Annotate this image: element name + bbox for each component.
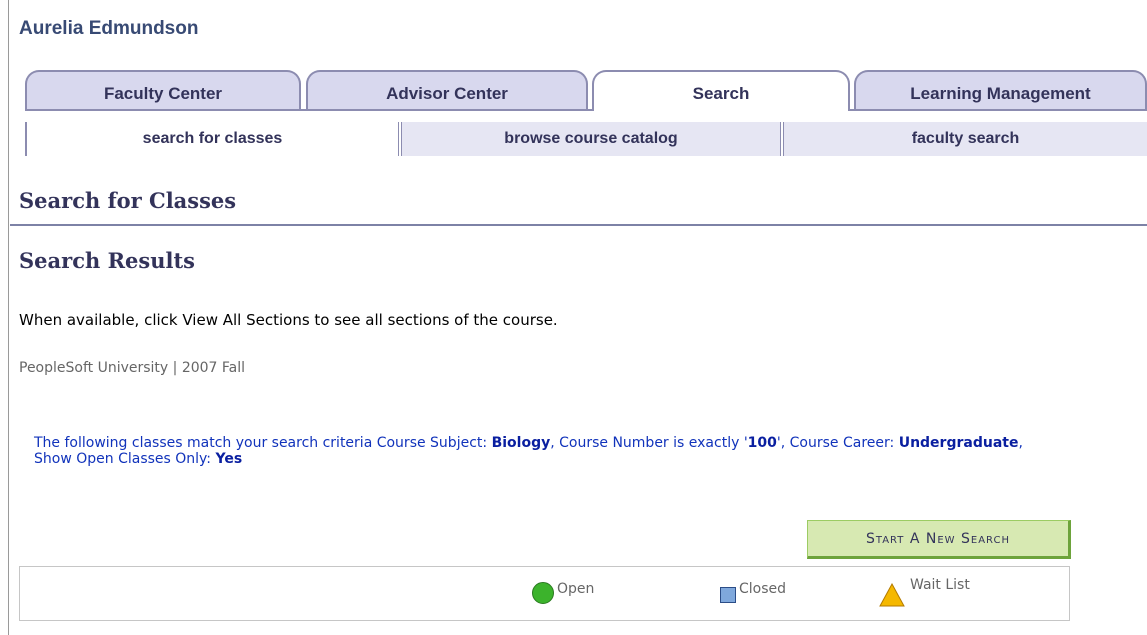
criteria-number: 100 bbox=[747, 435, 777, 451]
criteria-subject: Biology bbox=[491, 435, 551, 451]
subtab-faculty-search[interactable]: faculty search bbox=[784, 122, 1147, 156]
wait-list-triangle-icon bbox=[879, 583, 905, 607]
legend-closed-label: Closed bbox=[739, 581, 787, 597]
subtab-browse-course-catalog[interactable]: browse course catalog bbox=[402, 122, 780, 156]
search-criteria-summary: The following classes match your search … bbox=[34, 435, 1034, 467]
sub-tabs: search for classes browse course catalog… bbox=[25, 122, 1147, 156]
left-border bbox=[8, 0, 9, 635]
subtab-search-for-classes[interactable]: search for classes bbox=[27, 122, 398, 156]
tab-learning-management[interactable]: Learning Management bbox=[854, 70, 1147, 109]
tab-advisor-center[interactable]: Advisor Center bbox=[306, 70, 588, 109]
tabs-divider bbox=[25, 109, 1147, 111]
institution-term: PeopleSoft University | 2007 Fall bbox=[19, 360, 246, 376]
person-name: Aurelia Edmundson bbox=[19, 18, 199, 39]
criteria-career-label: ', Course Career: bbox=[776, 435, 899, 451]
instruction-text: When available, click View All Sections … bbox=[19, 311, 558, 329]
subtab-left-border bbox=[25, 122, 27, 156]
results-heading: Search Results bbox=[19, 248, 195, 273]
start-new-search-label: Start A New Search bbox=[866, 531, 1010, 547]
open-circle-icon bbox=[532, 582, 554, 604]
legend-wait-list-label: Wait List bbox=[910, 577, 970, 593]
criteria-prefix: The following classes match your search … bbox=[34, 435, 492, 451]
criteria-number-label: , Course Number is exactly ' bbox=[550, 435, 748, 451]
start-new-search-button[interactable]: Start A New Search bbox=[807, 520, 1071, 559]
heading-divider bbox=[10, 224, 1147, 226]
legend-open-label: Open bbox=[557, 581, 595, 597]
criteria-career: Undergraduate bbox=[898, 435, 1019, 451]
main-tabs: Faculty Center Advisor Center Search Lea… bbox=[25, 70, 1147, 111]
status-legend: Open Closed Wait List bbox=[19, 566, 1070, 621]
closed-square-icon bbox=[720, 587, 736, 603]
criteria-open-only: Yes bbox=[215, 451, 243, 467]
tab-search[interactable]: Search bbox=[592, 70, 850, 111]
page-title: Search for Classes bbox=[19, 188, 237, 213]
tab-faculty-center[interactable]: Faculty Center bbox=[25, 70, 301, 109]
